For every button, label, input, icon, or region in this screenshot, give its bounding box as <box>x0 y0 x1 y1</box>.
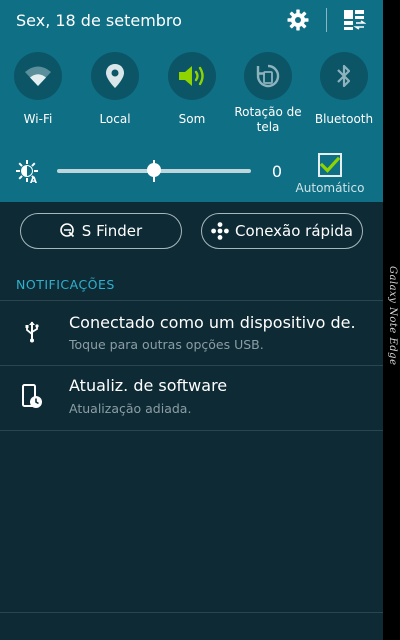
usb-icon <box>18 318 46 346</box>
auto-brightness-icon: A <box>16 160 40 186</box>
software-update-icon <box>18 383 46 411</box>
notification-item-software-update[interactable]: Atualiz. de software Atualização adiada. <box>0 365 383 431</box>
brightness-value: 0 <box>271 162 283 181</box>
brightness-slider[interactable] <box>57 160 251 182</box>
toggle-location[interactable]: Local <box>80 52 150 127</box>
search-icon <box>59 223 74 238</box>
edge-brand-label: Galaxy Note Edge <box>387 266 398 366</box>
toggle-label: Wi-Fi <box>23 112 53 126</box>
toggle-bluetooth[interactable]: Bluetooth <box>309 52 379 127</box>
quick-connect-icon <box>211 222 229 240</box>
notification-subtitle: Toque para outras opções USB. <box>69 337 264 352</box>
svg-text:A: A <box>30 176 37 184</box>
toggle-label: Local <box>99 112 131 126</box>
toggle-label: Rotação de tela <box>234 105 302 134</box>
rotation-icon <box>244 52 292 100</box>
edit-toggles-icon[interactable] <box>342 8 368 32</box>
panel-bottom-divider <box>0 612 383 613</box>
sfinder-button[interactable]: S Finder <box>20 213 182 249</box>
quick-connect-button[interactable]: Conexão rápida <box>201 213 363 249</box>
location-icon <box>91 52 139 100</box>
notification-item-usb[interactable]: Conectado como um dispositivo de. Toque … <box>0 300 383 363</box>
toggle-sound[interactable]: Som <box>157 52 227 127</box>
quick-connect-label: Conexão rápida <box>235 222 353 240</box>
sound-icon <box>168 52 216 100</box>
settings-gear-icon[interactable] <box>286 8 312 32</box>
toggle-rotation[interactable]: Rotação de tela <box>233 52 303 135</box>
wifi-icon <box>14 52 62 100</box>
toggle-label: Bluetooth <box>314 112 374 126</box>
notification-title: Atualiz. de software <box>69 376 228 395</box>
notification-title: Conectado como um dispositivo de. <box>69 313 356 332</box>
slider-thumb[interactable] <box>147 163 161 177</box>
quick-settings: Sex, 18 de setembro Wi-Fi Local Som Rota… <box>0 0 383 202</box>
header-divider <box>326 8 327 32</box>
sfinder-label: S Finder <box>81 222 143 240</box>
toggle-label: Som <box>178 112 206 126</box>
notification-panel: Sex, 18 de setembro Wi-Fi Local Som Rota… <box>0 0 383 640</box>
notification-subtitle: Atualização adiada. <box>69 401 192 416</box>
toggle-wifi[interactable]: Wi-Fi <box>3 52 73 127</box>
bluetooth-icon <box>320 52 368 100</box>
auto-brightness-checkbox[interactable] <box>318 153 342 177</box>
checkmark-icon <box>320 156 340 173</box>
auto-brightness-label: Automático <box>295 181 365 195</box>
date-text: Sex, 18 de setembro <box>16 11 182 30</box>
notifications-header: NOTIFICAÇÕES <box>16 277 115 292</box>
